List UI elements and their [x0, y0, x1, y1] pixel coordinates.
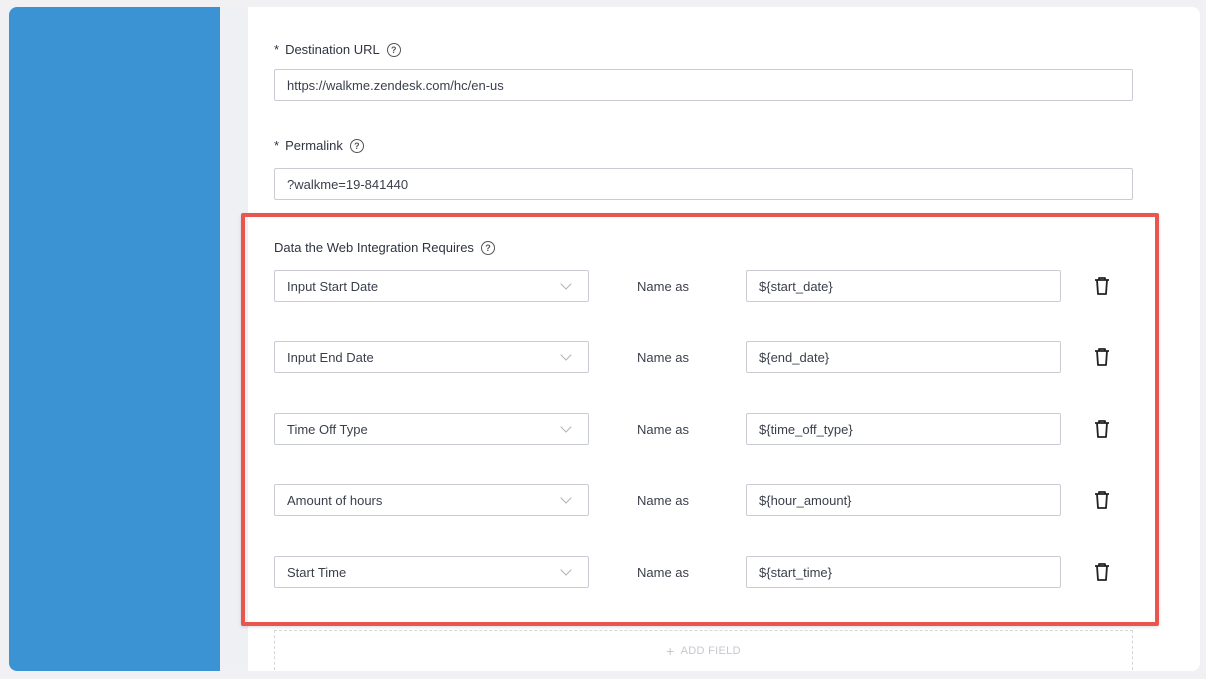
trash-icon[interactable]: [1093, 490, 1111, 510]
trash-icon[interactable]: [1093, 276, 1111, 296]
field-select[interactable]: Start Time: [274, 556, 589, 588]
left-blue-panel: [9, 7, 220, 671]
variable-name-input[interactable]: ${end_date}: [746, 341, 1061, 373]
data-section-title-text: Data the Web Integration Requires: [274, 240, 474, 255]
field-select[interactable]: Amount of hours: [274, 484, 589, 516]
name-as-label: Name as: [637, 279, 690, 294]
field-select-value: Input Start Date: [287, 278, 379, 294]
destination-url-label: * Destination URL ?: [274, 42, 401, 57]
field-select-value: Amount of hours: [287, 492, 383, 508]
variable-name-input[interactable]: ${start_time}: [746, 556, 1061, 588]
chevron-down-icon: [560, 492, 572, 504]
help-icon[interactable]: ?: [349, 138, 364, 153]
field-select[interactable]: Input Start Date: [274, 270, 589, 302]
variable-name-value: ${time_off_type}: [759, 421, 853, 437]
add-field-label: ADD FIELD: [680, 644, 741, 657]
data-section-title: Data the Web Integration Requires ?: [274, 240, 495, 255]
trash-icon[interactable]: [1093, 419, 1111, 439]
help-icon[interactable]: ?: [386, 42, 401, 57]
field-select[interactable]: Input End Date: [274, 341, 589, 373]
variable-name-value: ${end_date}: [759, 349, 830, 365]
variable-name-input[interactable]: ${hour_amount}: [746, 484, 1061, 516]
field-select[interactable]: Time Off Type: [274, 413, 589, 445]
permalink-label: * Permalink ?: [274, 138, 364, 153]
variable-name-value: ${start_date}: [759, 278, 833, 294]
variable-name-value: ${start_time}: [759, 564, 832, 580]
help-icon[interactable]: ?: [480, 240, 495, 255]
destination-url-label-text: Destination URL: [285, 42, 380, 57]
variable-name-input[interactable]: ${time_off_type}: [746, 413, 1061, 445]
variable-name-input[interactable]: ${start_date}: [746, 270, 1061, 302]
add-field-button[interactable]: + ADD FIELD: [274, 630, 1133, 670]
trash-icon[interactable]: [1093, 562, 1111, 582]
chevron-down-icon: [560, 564, 572, 576]
field-select-value: Start Time: [287, 564, 347, 580]
destination-url-value: https://walkme.zendesk.com/hc/en-us: [287, 77, 504, 93]
variable-name-value: ${hour_amount}: [759, 492, 852, 508]
destination-url-input[interactable]: https://walkme.zendesk.com/hc/en-us: [274, 69, 1133, 101]
left-gutter: [220, 7, 248, 671]
required-mark: *: [274, 138, 280, 153]
chevron-down-icon: [560, 349, 572, 361]
required-mark: *: [274, 42, 280, 57]
chevron-down-icon: [560, 278, 572, 290]
chevron-down-icon: [560, 421, 572, 433]
name-as-label: Name as: [637, 565, 690, 580]
permalink-input[interactable]: ?walkme=19-841440: [274, 168, 1133, 200]
permalink-value: ?walkme=19-841440: [287, 176, 409, 192]
field-select-value: Input End Date: [287, 349, 374, 365]
field-select-value: Time Off Type: [287, 421, 368, 437]
trash-icon[interactable]: [1093, 347, 1111, 367]
permalink-label-text: Permalink: [285, 138, 343, 153]
name-as-label: Name as: [637, 350, 690, 365]
plus-icon: +: [666, 642, 675, 659]
name-as-label: Name as: [637, 422, 690, 437]
name-as-label: Name as: [637, 493, 690, 508]
